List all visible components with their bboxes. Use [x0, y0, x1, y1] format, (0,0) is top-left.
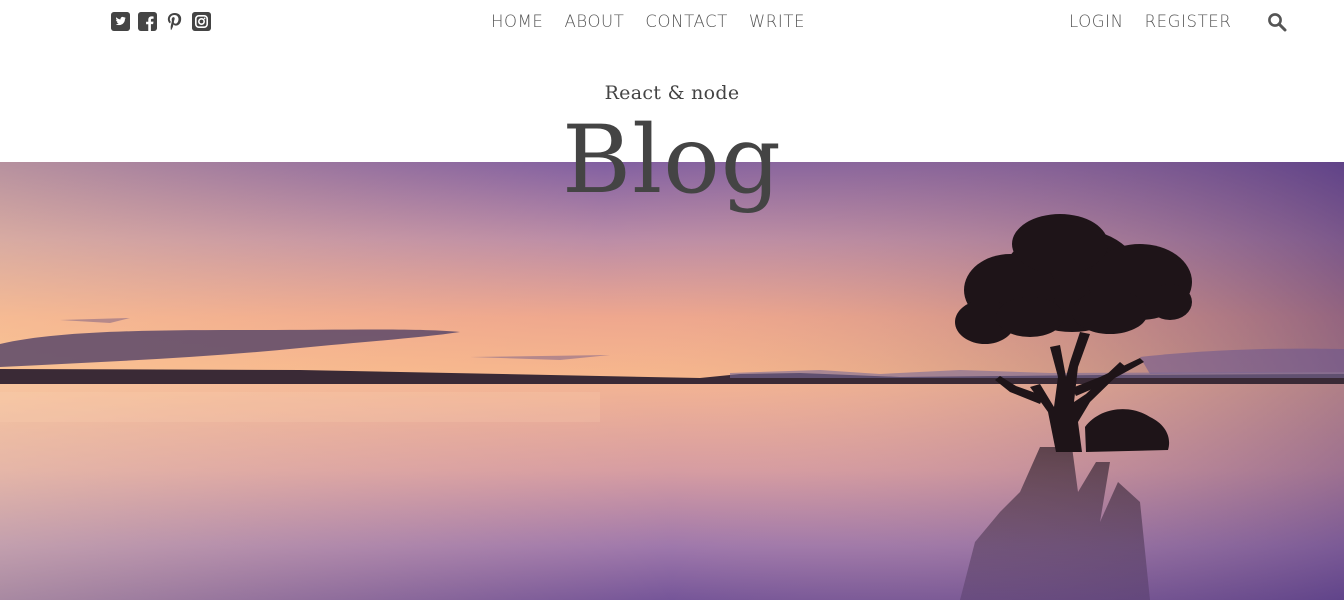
sunset-lake-tree-photo — [0, 162, 1344, 600]
instagram-square-icon[interactable] — [192, 12, 211, 31]
twitter-square-icon[interactable] — [111, 12, 130, 31]
header-subtitle: React & node — [604, 82, 740, 104]
header-image — [0, 162, 1344, 600]
nav-write-link[interactable]: WRITE — [749, 12, 805, 32]
auth-nav: LOGIN REGISTER — [1069, 12, 1231, 32]
nav-contact-link[interactable]: CONTACT — [645, 12, 727, 32]
facebook-square-icon[interactable] — [138, 12, 157, 31]
main-nav: HOME ABOUT CONTACT WRITE — [491, 12, 805, 32]
nav-register-link[interactable]: REGISTER — [1145, 12, 1232, 32]
pinterest-icon[interactable] — [165, 12, 184, 31]
nav-login-link[interactable]: LOGIN — [1069, 12, 1124, 32]
search-icon[interactable] — [1267, 12, 1287, 32]
nav-home-link[interactable]: HOME — [491, 12, 543, 32]
social-links — [111, 12, 211, 31]
top-navbar: HOME ABOUT CONTACT WRITE LOGIN REGISTER — [0, 0, 1344, 44]
nav-about-link[interactable]: ABOUT — [564, 12, 624, 32]
